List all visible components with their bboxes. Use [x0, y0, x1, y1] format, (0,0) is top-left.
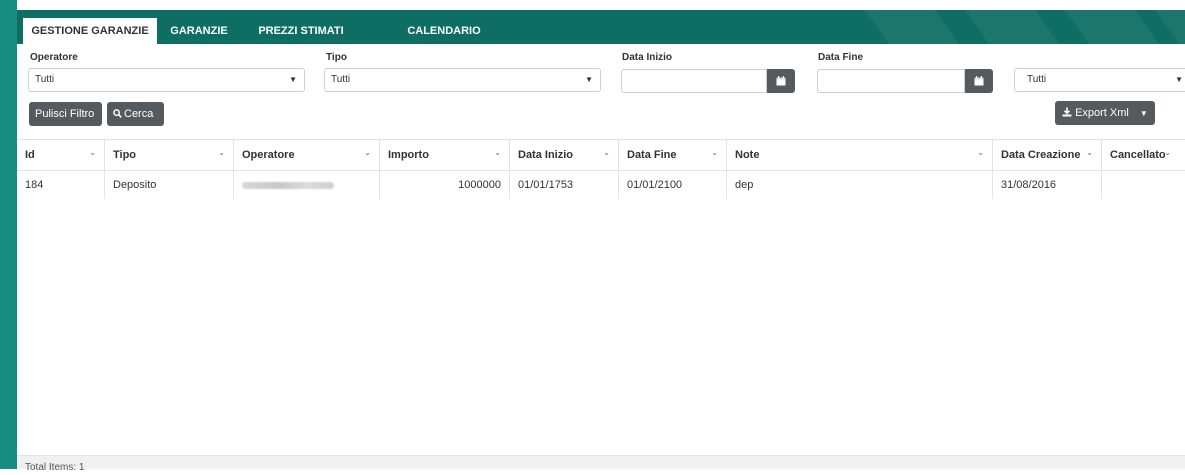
column-header-importo[interactable]: Importo ⌄: [380, 140, 510, 171]
export-xml-button[interactable]: Export Xml ▼: [1055, 101, 1155, 125]
cerca-button-label: Cerca: [124, 108, 154, 120]
cell-importo: 1000000: [380, 171, 510, 199]
decor-stripe: [1065, 10, 1159, 44]
column-header-label: Data Creazione: [1001, 149, 1081, 161]
column-header-operatore[interactable]: Operatore ⌄: [234, 140, 380, 171]
total-items-label: Total Items: 1: [25, 462, 85, 473]
tab-calendario-fatturazioni[interactable]: CALENDARIO FATTURAZIONI: [369, 18, 519, 44]
column-header-note[interactable]: Note ⌄: [727, 140, 993, 171]
column-header-data-inizio[interactable]: Data Inizio ⌄: [510, 140, 619, 171]
grid-footer: Total Items: 1: [17, 455, 1185, 473]
decor-stripe: [965, 10, 1059, 44]
operatore-select-value: Tutti: [35, 74, 55, 85]
operatore-select[interactable]: Tutti ▼: [28, 68, 305, 92]
decor-stripe: [1155, 10, 1185, 44]
column-header-data-fine[interactable]: Data Fine ⌄: [619, 140, 727, 171]
tab-gestione-garanzie[interactable]: GESTIONE GARANZIE: [23, 18, 157, 44]
tab-prezzi-stimati[interactable]: PREZZI STIMATI: [255, 18, 347, 44]
data-fine-label: Data Fine: [818, 52, 864, 63]
chevron-down-icon[interactable]: ⌄: [89, 137, 96, 168]
cell-data-fine: 01/01/2100: [619, 171, 727, 199]
column-header-cancellato[interactable]: Cancellato ⌄: [1102, 140, 1185, 171]
cerca-button[interactable]: Cerca: [107, 102, 164, 126]
data-grid: Id ⌄ Tipo ⌄ Operatore ⌄ Importo ⌄ Data Inizi…: [17, 139, 1185, 469]
decor-stripe: [865, 10, 959, 44]
tipo-select[interactable]: Tutti ▼: [324, 68, 601, 92]
column-header-tipo[interactable]: Tipo ⌄: [105, 140, 234, 171]
left-accent-bar: [0, 0, 17, 469]
column-header-label: Note: [735, 149, 760, 161]
chevron-down-icon[interactable]: ⌄: [494, 137, 501, 168]
tipo-select-value: Tutti: [331, 74, 351, 85]
calendar-icon: [776, 76, 786, 86]
chevron-down-icon[interactable]: ⌄: [1164, 137, 1171, 168]
column-header-label: Operatore: [242, 149, 295, 161]
cell-operatore: [234, 171, 380, 199]
chevron-down-icon[interactable]: ⌄: [977, 137, 984, 168]
column-header-label: Data Inizio: [518, 149, 574, 161]
column-header-label: Id: [25, 149, 35, 161]
chevron-down-icon[interactable]: ⌄: [364, 137, 371, 168]
export-xml-label: Export Xml: [1075, 107, 1129, 119]
extra-select-value: Tutti: [1027, 74, 1047, 85]
data-inizio-label: Data Inizio: [622, 52, 673, 63]
cell-tipo: Deposito: [105, 171, 234, 199]
data-inizio-input[interactable]: [621, 69, 767, 93]
cell-data-creazione: 31/08/2016: [993, 171, 1102, 199]
caret-down-icon: ▼: [585, 75, 593, 84]
column-header-label: Tipo: [113, 149, 137, 161]
chevron-down-icon[interactable]: ⌄: [603, 137, 610, 168]
column-header-label: Data Fine: [627, 149, 677, 161]
caret-down-icon: ▼: [1139, 109, 1148, 118]
data-fine-input[interactable]: [817, 69, 965, 93]
redacted-operatore: [242, 181, 334, 189]
download-icon: [1062, 107, 1072, 117]
tab-garanzie[interactable]: GARANZIE: [167, 18, 231, 44]
app-window: GESTIONE GARANZIE GARANZIE PREZZI STIMAT…: [0, 0, 1185, 473]
chevron-down-icon[interactable]: ⌄: [218, 137, 225, 168]
column-header-data-creazione[interactable]: Data Creazione ⌄: [993, 140, 1102, 171]
extra-select[interactable]: Tutti ▼: [1014, 68, 1185, 92]
search-icon: [113, 109, 122, 118]
pulisci-filtro-button[interactable]: Pulisci Filtro: [29, 102, 102, 126]
cell-id: 184: [17, 171, 105, 199]
column-header-id[interactable]: Id ⌄: [17, 140, 105, 171]
chevron-down-icon[interactable]: ⌄: [711, 137, 718, 168]
cell-note: dep: [727, 171, 993, 199]
caret-down-icon: ▼: [1175, 75, 1183, 84]
cell-cancellato: [1102, 171, 1185, 199]
operatore-label: Operatore: [30, 52, 78, 63]
column-header-label: Cancellato: [1110, 149, 1166, 161]
caret-down-icon: ▼: [289, 75, 297, 84]
data-inizio-calendar-button[interactable]: [767, 69, 795, 93]
tipo-label: Tipo: [326, 52, 347, 63]
tab-bar: GESTIONE GARANZIE GARANZIE PREZZI STIMAT…: [17, 10, 1185, 44]
chevron-down-icon[interactable]: ⌄: [1086, 137, 1093, 168]
cell-data-inizio: 01/01/1753: [510, 171, 619, 199]
column-header-label: Importo: [388, 149, 429, 161]
data-fine-calendar-button[interactable]: [965, 69, 993, 93]
calendar-icon: [974, 76, 984, 86]
